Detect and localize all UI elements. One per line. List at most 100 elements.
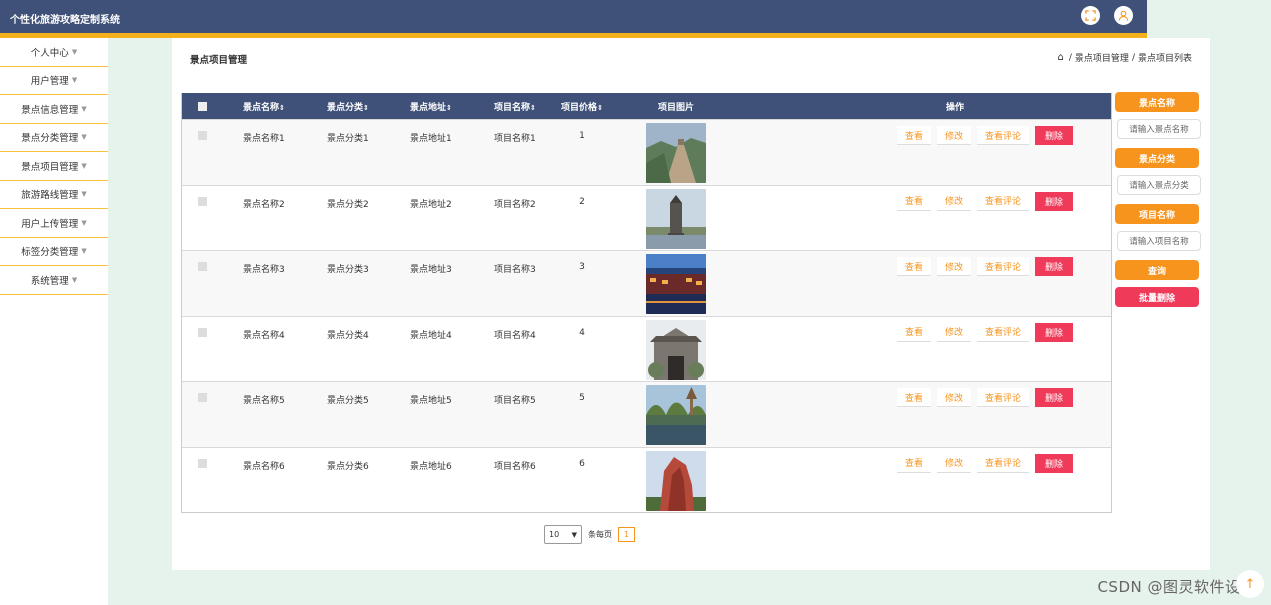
page-number-current[interactable]: 1 <box>618 527 635 542</box>
query-button[interactable]: 查询 <box>1115 260 1199 280</box>
cell-ops: 查看 修改 查看评论 删除 <box>739 382 1111 407</box>
view-comments-button[interactable]: 查看评论 <box>977 453 1030 473</box>
edit-button[interactable]: 修改 <box>936 191 971 211</box>
back-to-top-icon[interactable]: ↑ <box>1236 570 1264 598</box>
view-comments-button[interactable]: 查看评论 <box>977 388 1030 407</box>
sidebar-item[interactable]: 系统管理 ▼ <box>0 266 108 295</box>
cell-price: 6 <box>579 458 585 469</box>
sidebar-item-label: 景点信息管理 <box>21 104 79 116</box>
user-icon[interactable] <box>1114 6 1133 25</box>
edit-button[interactable]: 修改 <box>936 453 971 473</box>
sidebar-item[interactable]: 景点信息管理 ▼ <box>0 95 108 124</box>
fullscreen-icon[interactable] <box>1081 6 1100 25</box>
page-size-select[interactable]: 10 ▼ <box>544 525 582 544</box>
cell-category: 景点分类1 <box>327 134 369 144</box>
edit-button[interactable]: 修改 <box>936 126 971 145</box>
header-price[interactable]: 项目价格⇕ <box>551 100 613 113</box>
project-image-thumbnail[interactable] <box>646 385 706 445</box>
per-page-label: 条每页 <box>588 530 612 539</box>
header-address[interactable]: 景点地址⇕ <box>389 100 473 113</box>
caret-down-icon: ▼ <box>71 76 78 85</box>
edit-button[interactable]: 修改 <box>936 257 971 276</box>
caret-down-icon: ▼ <box>71 47 78 56</box>
cell-ops: 查看 修改 查看评论 删除 <box>739 251 1111 276</box>
cell-address: 景点地址1 <box>410 134 452 144</box>
view-button[interactable]: 查看 <box>896 322 931 342</box>
sidebar-item[interactable]: 用户管理 ▼ <box>0 67 108 95</box>
delete-button[interactable]: 删除 <box>1035 191 1074 211</box>
table-row: 景点名称4 景点分类4 景点地址4 项目名称4 4 查看 修改 查看评论 删除 <box>182 315 1111 381</box>
table-row: 景点名称3 景点分类3 景点地址3 项目名称3 3 查看 修改 查看评论 删除 <box>182 250 1111 316</box>
data-table: 景点名称⇕ 景点分类⇕ 景点地址⇕ 项目名称⇕ 项目价格⇕ 项目图片 操作 景点… <box>181 93 1112 513</box>
sidebar-item[interactable]: 旅游路线管理 ▼ <box>0 181 108 209</box>
project-image-thumbnail[interactable] <box>646 254 706 314</box>
row-checkbox[interactable] <box>197 458 207 468</box>
cell-price: 4 <box>579 327 585 338</box>
watermark: CSDN @图灵软件设计 <box>1097 578 1256 596</box>
cell-project: 项目名称3 <box>494 265 536 275</box>
row-select-cell <box>182 251 222 271</box>
edit-button[interactable]: 修改 <box>936 322 971 342</box>
sidebar-item[interactable]: 标签分类管理 ▼ <box>0 238 108 266</box>
breadcrumb-item-module[interactable]: 景点项目管理 <box>1075 51 1129 64</box>
table-row: 景点名称6 景点分类6 景点地址6 项目名称6 6 查看 修改 查看评论 删除 <box>182 446 1111 514</box>
search-category-input[interactable]: 请输入景点分类 <box>1117 175 1201 195</box>
sidebar-item[interactable]: 景点项目管理 ▼ <box>0 152 108 181</box>
breadcrumb-item-list: 景点项目列表 <box>1137 54 1192 64</box>
delete-button[interactable]: 删除 <box>1035 322 1074 342</box>
row-checkbox[interactable] <box>197 327 207 337</box>
view-button[interactable]: 查看 <box>896 388 931 407</box>
header-name[interactable]: 景点名称⇕ <box>222 100 306 113</box>
view-comments-button[interactable]: 查看评论 <box>977 191 1030 211</box>
view-comments-button[interactable]: 查看评论 <box>977 257 1030 276</box>
view-button[interactable]: 查看 <box>896 257 931 276</box>
sort-icon: ⇕ <box>597 103 603 112</box>
cell-image <box>613 448 739 514</box>
delete-button[interactable]: 删除 <box>1035 388 1074 407</box>
cell-category: 景点分类3 <box>327 265 369 275</box>
sidebar-item[interactable]: 个人中心 ▼ <box>0 38 108 67</box>
view-comments-button[interactable]: 查看评论 <box>977 126 1030 145</box>
row-checkbox[interactable] <box>197 196 207 206</box>
project-image-thumbnail[interactable] <box>646 123 706 183</box>
cell-address: 景点地址4 <box>410 330 452 341</box>
sidebar-item[interactable]: 景点分类管理 ▼ <box>0 124 108 152</box>
cell-ops: 查看 修改 查看评论 删除 <box>739 317 1111 342</box>
view-button[interactable]: 查看 <box>896 126 931 145</box>
project-image-thumbnail[interactable] <box>646 450 706 511</box>
cell-name: 景点名称5 <box>243 396 285 406</box>
view-comments-button[interactable]: 查看评论 <box>977 322 1030 342</box>
header-category-label: 景点分类 <box>327 102 364 113</box>
cell-ops: 查看 修改 查看评论 删除 <box>739 186 1111 211</box>
delete-button[interactable]: 删除 <box>1035 126 1074 145</box>
home-icon[interactable]: ⌂ <box>1058 52 1064 63</box>
user-icon-glyph <box>1118 10 1129 21</box>
select-all-checkbox[interactable] <box>197 101 207 111</box>
project-image-thumbnail[interactable] <box>646 319 706 380</box>
edit-button[interactable]: 修改 <box>936 388 971 407</box>
header-project[interactable]: 项目名称⇕ <box>473 100 551 113</box>
search-name-input[interactable]: 请输入景点名称 <box>1117 119 1201 139</box>
caret-down-icon: ▼ <box>81 161 87 170</box>
row-checkbox[interactable] <box>197 262 207 271</box>
cell-price: 3 <box>579 262 585 272</box>
caret-down-icon: ▼ <box>71 275 78 284</box>
project-image-thumbnail[interactable] <box>646 188 706 249</box>
view-button[interactable]: 查看 <box>896 453 931 473</box>
breadcrumb-sep: / <box>1068 52 1072 63</box>
table-header: 景点名称⇕ 景点分类⇕ 景点地址⇕ 项目名称⇕ 项目价格⇕ 项目图片 操作 <box>182 93 1111 119</box>
row-checkbox[interactable] <box>197 393 207 402</box>
row-checkbox[interactable] <box>197 131 207 140</box>
delete-button[interactable]: 删除 <box>1035 257 1074 276</box>
caret-down-icon: ▼ <box>81 190 87 199</box>
sort-icon: ⇕ <box>530 103 536 112</box>
batch-delete-button[interactable]: 批量删除 <box>1115 287 1199 307</box>
delete-button[interactable]: 删除 <box>1035 453 1074 473</box>
header-category[interactable]: 景点分类⇕ <box>306 100 389 113</box>
cell-name: 景点名称4 <box>243 330 285 341</box>
sidebar-item[interactable]: 用户上传管理 ▼ <box>0 209 108 238</box>
search-project-input[interactable]: 请输入项目名称 <box>1117 231 1201 251</box>
cell-image <box>613 251 739 317</box>
header-price-label: 项目价格 <box>561 102 598 113</box>
view-button[interactable]: 查看 <box>896 191 931 211</box>
